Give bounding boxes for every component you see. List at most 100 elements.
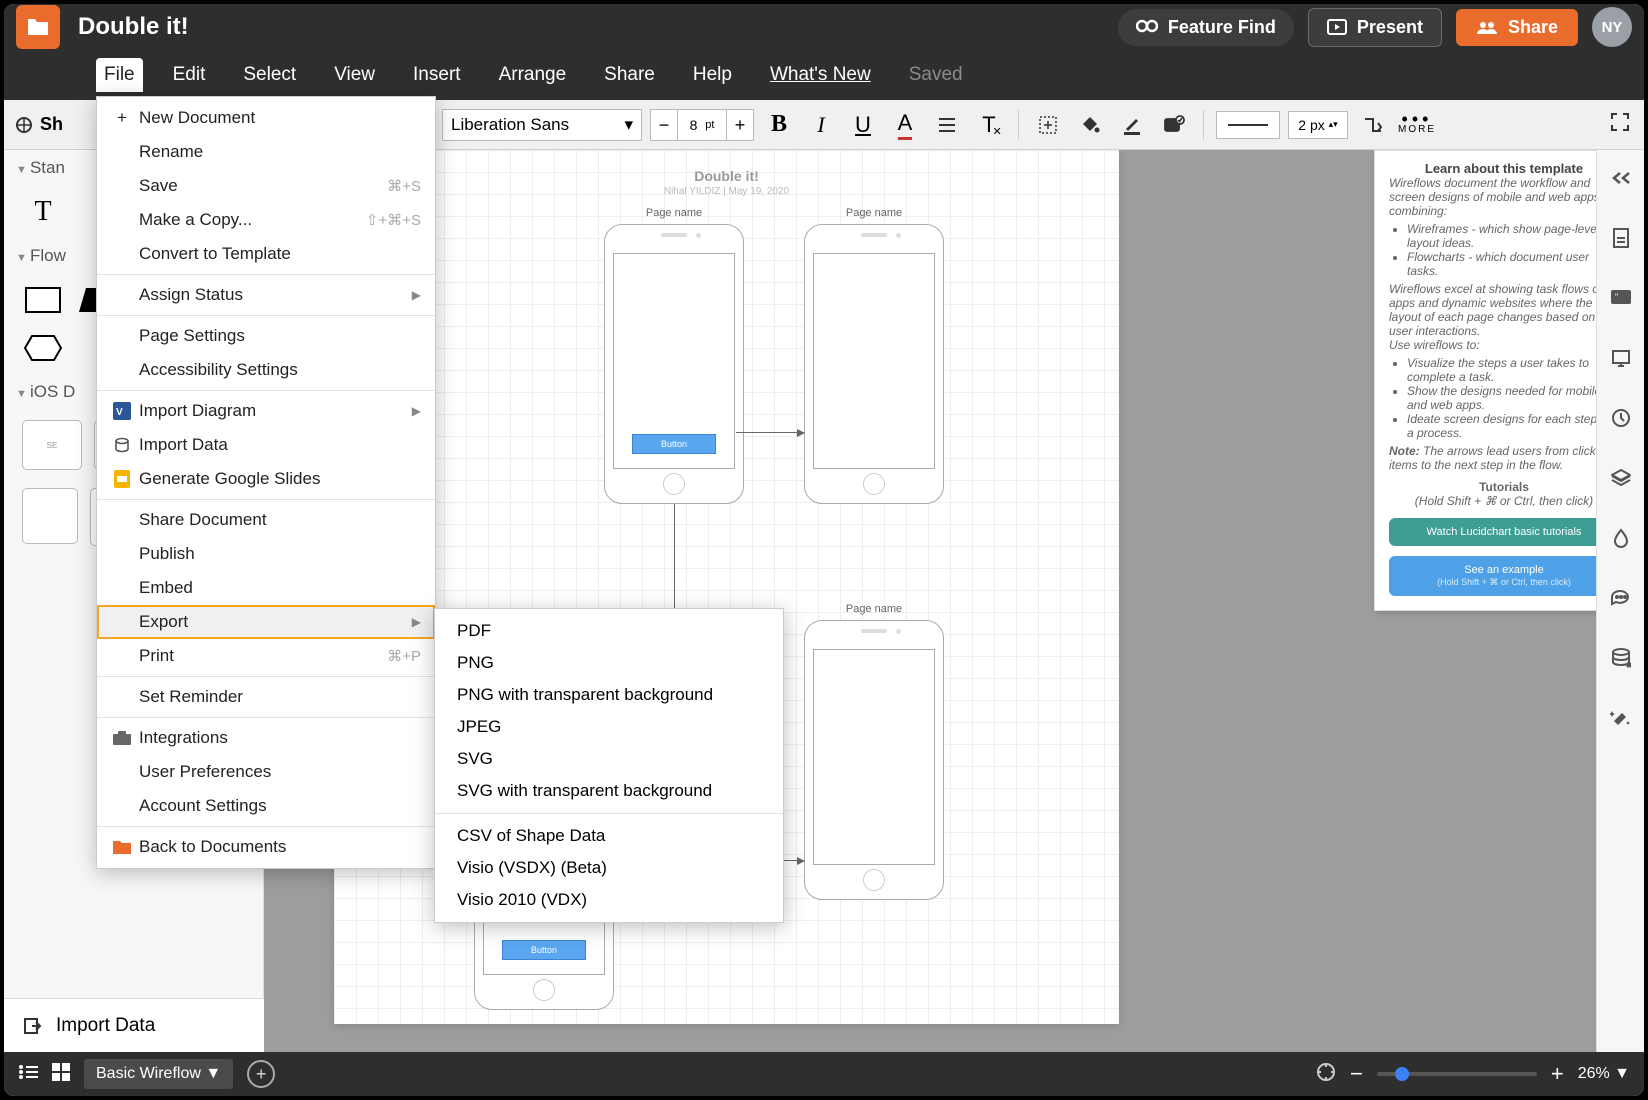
menu-edit[interactable]: Edit: [165, 58, 214, 92]
export-jpeg[interactable]: JPEG: [435, 711, 783, 743]
see-example-button[interactable]: See an example (Hold Shift + ⌘ or Ctrl, …: [1389, 556, 1619, 596]
import-data-button[interactable]: Import Data: [4, 998, 264, 1052]
file-rename[interactable]: Rename: [97, 135, 435, 169]
align-button[interactable]: [930, 108, 964, 142]
file-back-to-documents[interactable]: Back to Documents: [97, 830, 435, 864]
underline-button[interactable]: U: [846, 108, 880, 142]
font-size-increase[interactable]: +: [726, 109, 754, 141]
menu-arrange[interactable]: Arrange: [491, 58, 575, 92]
file-page-settings[interactable]: Page Settings: [97, 319, 435, 353]
template-info-card: Learn about this template Wireflows docu…: [1374, 150, 1634, 611]
export-png[interactable]: PNG: [435, 647, 783, 679]
file-accessibility[interactable]: Accessibility Settings: [97, 353, 435, 387]
place-icon[interactable]: [1031, 108, 1065, 142]
file-make-copy[interactable]: Make a Copy...⇧+⌘+S: [97, 203, 435, 237]
zoom-in-button[interactable]: +: [1551, 1061, 1564, 1087]
feature-find-button[interactable]: Feature Find: [1118, 9, 1294, 46]
more-button[interactable]: •••MORE: [1398, 114, 1436, 135]
chat-icon[interactable]: [1607, 584, 1635, 612]
export-svg[interactable]: SVG: [435, 743, 783, 775]
add-page-button[interactable]: +: [247, 1060, 275, 1088]
magic-icon[interactable]: [1607, 704, 1635, 732]
export-submenu: PDF PNG PNG with transparent background …: [434, 608, 784, 923]
shape-rect[interactable]: [22, 282, 64, 318]
wireframe-phone-2[interactable]: Page name: [804, 224, 944, 504]
target-icon[interactable]: [1316, 1062, 1336, 1087]
italic-button[interactable]: I: [804, 108, 838, 142]
export-pdf[interactable]: PDF: [435, 615, 783, 647]
file-integrations[interactable]: Integrations: [97, 721, 435, 755]
file-save[interactable]: Save⌘+S: [97, 169, 435, 203]
shape-hexagon[interactable]: [22, 330, 64, 366]
layers-icon[interactable]: [1607, 464, 1635, 492]
collapse-rail-icon[interactable]: [1607, 164, 1635, 192]
menu-share[interactable]: Share: [596, 58, 663, 92]
file-new-document[interactable]: +New Document: [97, 101, 435, 135]
file-user-preferences[interactable]: User Preferences: [97, 755, 435, 789]
wireframe-phone-3[interactable]: Page name: [804, 620, 944, 900]
grid-view-icon[interactable]: [52, 1063, 70, 1086]
zoom-value[interactable]: 26% ▼: [1578, 1065, 1630, 1083]
fill-color-button[interactable]: [1073, 108, 1107, 142]
menu-select[interactable]: Select: [235, 58, 304, 92]
drop-icon[interactable]: [1607, 524, 1635, 552]
right-rail: ": [1596, 150, 1644, 1052]
present-button[interactable]: Present: [1308, 8, 1442, 47]
document-title[interactable]: Double it!: [78, 13, 1118, 41]
line-color-button[interactable]: [1115, 108, 1149, 142]
menu-view[interactable]: View: [326, 58, 383, 92]
export-png-transparent[interactable]: PNG with transparent background: [435, 679, 783, 711]
file-account-settings[interactable]: Account Settings: [97, 789, 435, 823]
page-select[interactable]: Basic Wireflow ▼: [84, 1059, 233, 1089]
file-embed[interactable]: Embed: [97, 571, 435, 605]
share-button[interactable]: Share: [1456, 9, 1578, 46]
clear-format-button[interactable]: T✕: [972, 108, 1006, 142]
file-export[interactable]: Export▶: [97, 605, 435, 639]
file-share-document[interactable]: Share Document: [97, 503, 435, 537]
export-csv[interactable]: CSV of Shape Data: [435, 820, 783, 852]
line-route-button[interactable]: [1356, 108, 1390, 142]
present-rail-icon[interactable]: [1607, 344, 1635, 372]
file-convert-template[interactable]: Convert to Template: [97, 237, 435, 271]
menu-help[interactable]: Help: [685, 58, 740, 92]
zoom-out-button[interactable]: −: [1350, 1061, 1363, 1087]
file-google-slides[interactable]: Generate Google Slides: [97, 462, 435, 496]
file-import-diagram[interactable]: VImport Diagram▶: [97, 394, 435, 428]
line-width-select[interactable]: 2 px ▴▾: [1288, 111, 1348, 139]
file-assign-status[interactable]: Assign Status▶: [97, 278, 435, 312]
font-size-value[interactable]: 8 pt: [678, 109, 726, 141]
watch-tutorials-button[interactable]: Watch Lucidchart basic tutorials 👆: [1389, 518, 1619, 546]
menu-insert[interactable]: Insert: [405, 58, 469, 92]
export-vsdx[interactable]: Visio (VSDX) (Beta): [435, 852, 783, 884]
line-style-select[interactable]: [1216, 111, 1280, 139]
comment-rail-icon[interactable]: ": [1607, 284, 1635, 312]
list-view-icon[interactable]: [18, 1064, 38, 1085]
text-shape[interactable]: T: [22, 194, 64, 230]
shape-options-button[interactable]: [1157, 108, 1191, 142]
file-publish[interactable]: Publish: [97, 537, 435, 571]
documents-folder-button[interactable]: [16, 5, 60, 49]
zoom-slider[interactable]: [1377, 1072, 1537, 1076]
device-blank2[interactable]: [22, 488, 78, 544]
export-vdx[interactable]: Visio 2010 (VDX): [435, 884, 783, 916]
file-set-reminder[interactable]: Set Reminder: [97, 680, 435, 714]
file-print[interactable]: Print⌘+P: [97, 639, 435, 673]
data-icon[interactable]: [1607, 644, 1635, 672]
user-avatar[interactable]: NY: [1592, 7, 1632, 47]
fullscreen-button[interactable]: [1610, 112, 1630, 137]
canvas-doc-title: Double it!: [334, 168, 1119, 184]
history-icon[interactable]: [1607, 404, 1635, 432]
export-svg-transparent[interactable]: SVG with transparent background: [435, 775, 783, 807]
file-import-data[interactable]: Import Data: [97, 428, 435, 462]
text-color-button[interactable]: A: [888, 108, 922, 142]
visio-icon: V: [111, 402, 133, 420]
menu-whats-new[interactable]: What's New: [762, 58, 879, 92]
wireframe-phone-1[interactable]: Page name Button: [604, 224, 744, 504]
menu-file[interactable]: File: [96, 58, 143, 92]
device-se[interactable]: SE: [22, 420, 82, 470]
font-select[interactable]: Liberation Sans ▾: [442, 109, 642, 141]
shapes-panel-toggle[interactable]: Sh: [14, 114, 63, 135]
page-icon[interactable]: [1607, 224, 1635, 252]
bold-button[interactable]: B: [762, 108, 796, 142]
font-size-decrease[interactable]: −: [650, 109, 678, 141]
